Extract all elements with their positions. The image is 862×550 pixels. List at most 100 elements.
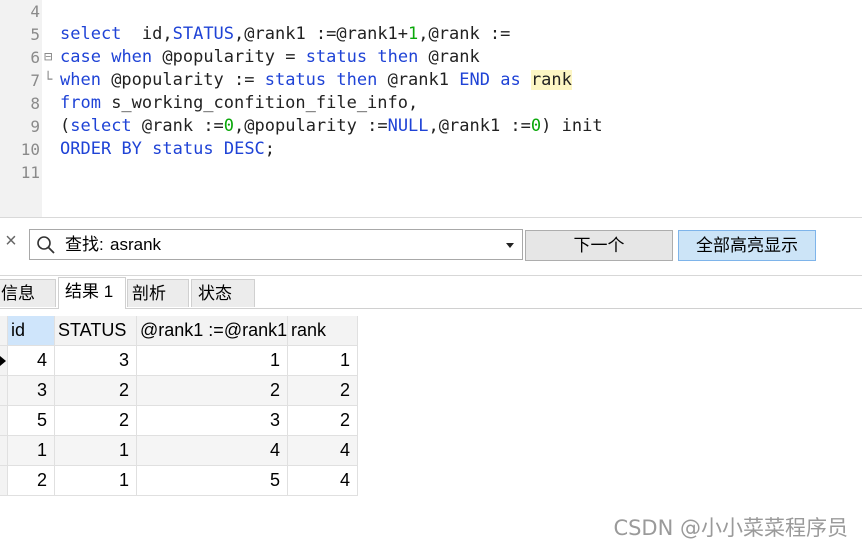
sql-keyword: when — [60, 70, 101, 90]
cell-id[interactable]: 5 — [8, 406, 55, 436]
cell-status[interactable]: 3 — [55, 346, 137, 376]
current-row-arrow-icon — [0, 356, 6, 366]
cell-rank1[interactable]: 5 — [137, 466, 288, 496]
row-indicator[interactable] — [0, 466, 8, 496]
fold-toggle-icon[interactable]: ⊟ — [44, 46, 56, 69]
cell-id[interactable]: 2 — [8, 466, 55, 496]
sql-keyword: status — [305, 47, 368, 67]
search-value[interactable]: asrank — [110, 230, 161, 259]
line-number: 6 — [30, 48, 40, 67]
row-indicator[interactable] — [0, 346, 8, 376]
chevron-down-icon[interactable] — [506, 243, 514, 248]
tab-profile[interactable]: 剖析 — [127, 279, 189, 307]
code-text: ORDER BY status DESC; — [60, 138, 275, 161]
code-line[interactable]: 5 select id,STATUS,@rank1 :=@rank1+1,@ran… — [0, 23, 862, 46]
code-line[interactable]: 10 ORDER BY status DESC; — [0, 138, 862, 161]
highlight-all-button[interactable]: 全部高亮显示 — [678, 230, 816, 261]
sql-number: 1 — [408, 24, 419, 44]
cell-status[interactable]: 1 — [55, 436, 137, 466]
code-line[interactable]: 4 — [0, 0, 862, 23]
find-next-button[interactable]: 下一个 — [525, 230, 673, 261]
find-bar: × 查找: asrank 下一个 全部高亮显示 — [0, 218, 862, 276]
sql-text: @popularity = — [152, 47, 306, 67]
row-indicator-header — [0, 316, 8, 346]
row-indicator[interactable] — [0, 436, 8, 466]
line-number: 5 — [30, 25, 40, 44]
sql-keyword: status — [264, 70, 327, 90]
column-header-status[interactable]: STATUS — [55, 316, 137, 346]
sql-keyword: select — [70, 116, 132, 136]
code-line[interactable]: 9 (select @rank :=0,@popularity :=NULL,@r… — [0, 115, 862, 138]
result-tabs: 信息 结果 1 剖析 状态 — [0, 276, 862, 309]
sql-keyword: then — [377, 47, 419, 67]
sql-text: ) init — [541, 116, 603, 136]
sql-editor[interactable]: 4 5 select id,STATUS,@rank1 :=@rank1+1,@ra… — [0, 0, 862, 218]
sql-number: 0 — [530, 116, 542, 136]
cell-rank[interactable]: 1 — [288, 346, 358, 376]
sql-keyword: case — [60, 47, 101, 67]
search-match: rank — [530, 70, 572, 90]
cell-status[interactable]: 2 — [55, 376, 137, 406]
code-text: when @popularity := status then @rank1 E… — [60, 69, 572, 92]
cell-rank[interactable]: 2 — [288, 406, 358, 436]
code-line[interactable]: 11 — [0, 161, 862, 184]
sql-text: @rank1 — [377, 70, 460, 90]
cell-status[interactable]: 2 — [55, 406, 137, 436]
column-header-id[interactable]: id — [8, 316, 55, 346]
code-text: case when @popularity = status then @ran… — [60, 46, 480, 69]
code-line[interactable]: 8 from s_working_confition_file_info, — [0, 92, 862, 115]
table-row[interactable]: 1144 — [0, 436, 358, 466]
sql-number: 0 — [223, 116, 235, 136]
cell-status[interactable]: 1 — [55, 466, 137, 496]
table-row[interactable]: 3222 — [0, 376, 358, 406]
cell-rank1[interactable]: 4 — [137, 436, 288, 466]
code-line[interactable]: 7 └ when @popularity := status then @rank1… — [0, 69, 862, 92]
sql-text: ,@popularity := — [234, 116, 388, 136]
table-row[interactable]: 2154 — [0, 466, 358, 496]
line-number: 9 — [30, 117, 40, 136]
sql-text: ,@rank := — [418, 24, 511, 44]
sql-keyword: status — [152, 139, 214, 159]
grid-header-row: id STATUS @rank1 :=@rank1+1 rank — [0, 316, 358, 346]
column-header-rank1[interactable]: @rank1 :=@rank1+1 — [137, 316, 288, 346]
sql-keyword: when — [111, 47, 153, 67]
code-line[interactable]: 6 ⊟ case when @popularity = status then @r… — [0, 46, 862, 69]
cell-rank1[interactable]: 3 — [137, 406, 288, 436]
tab-info[interactable]: 信息 — [0, 279, 56, 307]
cell-rank[interactable]: 2 — [288, 376, 358, 406]
search-icon — [36, 235, 56, 260]
fold-end-icon: └ — [44, 72, 53, 88]
sql-keyword: STATUS — [172, 24, 235, 44]
row-indicator[interactable] — [0, 406, 8, 436]
code-text: from s_working_confition_file_info, — [60, 92, 418, 115]
cell-rank1[interactable]: 1 — [137, 346, 288, 376]
watermark: CSDN @小小菜菜程序员 — [613, 516, 848, 540]
sql-text: ,@rank1 :=@rank1+ — [234, 24, 409, 44]
sql-keyword: NULL — [387, 116, 429, 136]
close-icon[interactable]: × — [3, 231, 19, 251]
line-number: 10 — [20, 140, 40, 159]
table-row[interactable]: 4311 — [0, 346, 358, 376]
search-label: 查找: — [65, 235, 104, 254]
cell-rank[interactable]: 4 — [288, 436, 358, 466]
sql-text: @rank := — [131, 116, 224, 136]
column-header-rank[interactable]: rank — [288, 316, 358, 346]
sql-keyword: DESC — [223, 139, 265, 159]
table-row[interactable]: 5232 — [0, 406, 358, 436]
cell-id[interactable]: 3 — [8, 376, 55, 406]
cell-rank[interactable]: 4 — [288, 466, 358, 496]
search-input[interactable]: 查找: asrank — [29, 229, 523, 260]
tab-result-1[interactable]: 结果 1 — [58, 277, 126, 309]
cell-id[interactable]: 1 — [8, 436, 55, 466]
row-indicator[interactable] — [0, 376, 8, 406]
tab-status[interactable]: 状态 — [191, 279, 255, 307]
cell-rank1[interactable]: 2 — [137, 376, 288, 406]
sql-text: ( — [60, 116, 71, 136]
cell-id[interactable]: 4 — [8, 346, 55, 376]
sql-keyword: ORDER — [60, 139, 112, 159]
